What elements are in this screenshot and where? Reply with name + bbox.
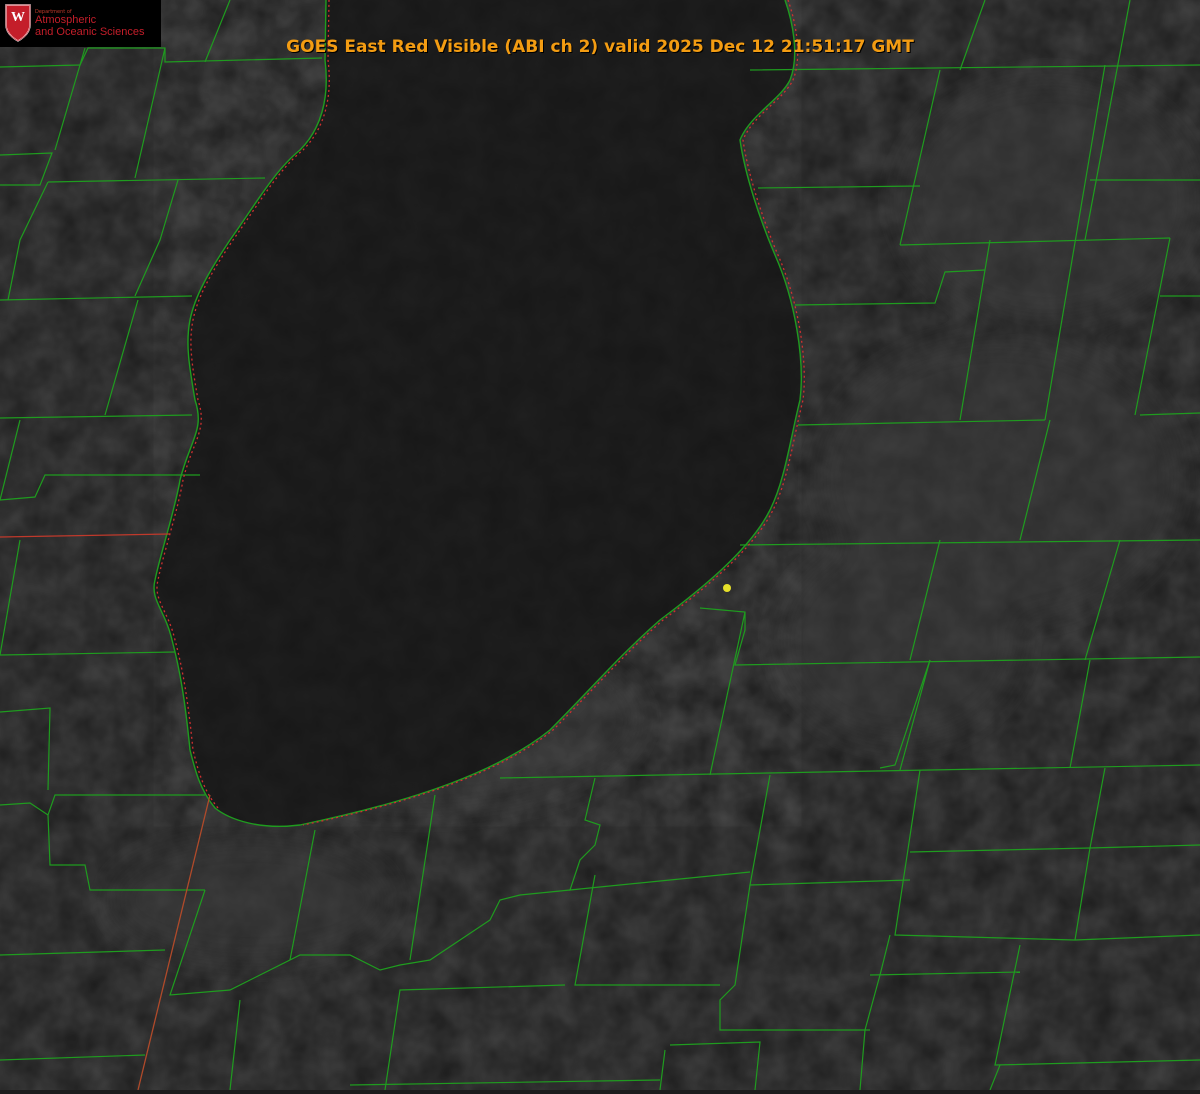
map-svg — [0, 0, 1200, 1091]
location-marker — [723, 584, 731, 592]
satellite-map: W Department of Atmospheric and Oceanic … — [0, 0, 1200, 1091]
crest-letter: W — [11, 10, 25, 25]
logo-line1: Atmospheric — [35, 14, 97, 26]
image-title: GOES East Red Visible (ABI ch 2) valid 2… — [286, 37, 914, 57]
